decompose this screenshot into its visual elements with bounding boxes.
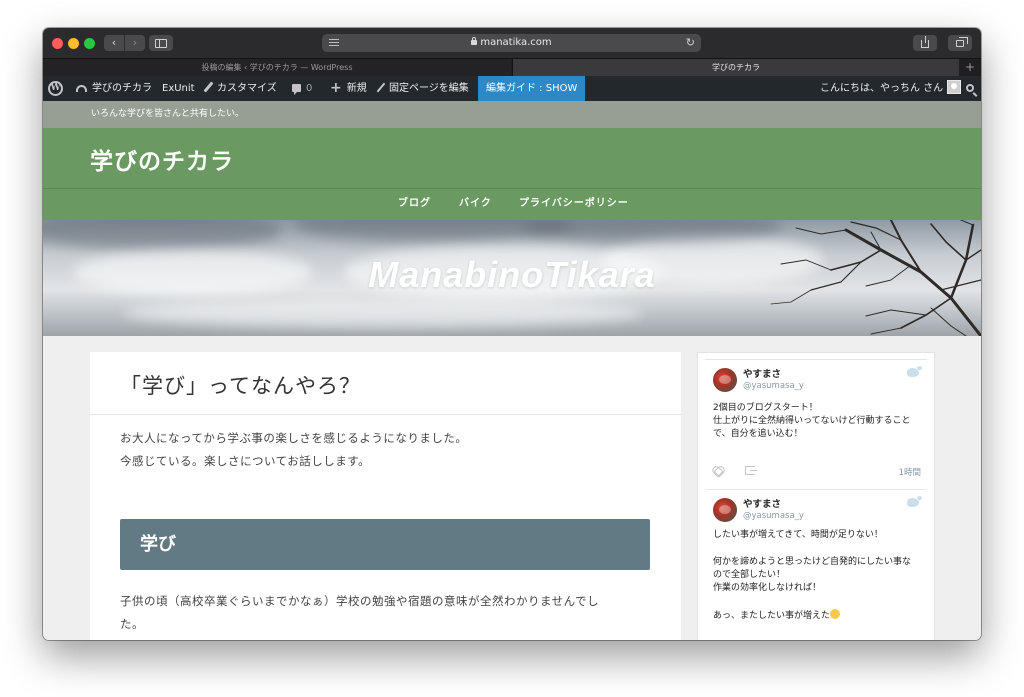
- article-intro-line: 今感じている。楽しさについてお話しします。: [120, 454, 371, 468]
- close-window-button[interactable]: [52, 38, 63, 49]
- address-bar[interactable]: manatika.com ↻: [322, 34, 701, 52]
- avatar[interactable]: [713, 498, 737, 522]
- tweet-text-line: 作業の効率化しなければ！: [713, 583, 822, 593]
- tweet-text-line: したい事が増えてきて、時間が足りない！: [713, 530, 883, 540]
- tabs-icon: [956, 37, 968, 47]
- share-icon[interactable]: [745, 466, 757, 475]
- admin-account[interactable]: こんにちは、やっちん さん: [820, 76, 962, 101]
- lock-icon: [471, 37, 478, 45]
- tweet-author-handle[interactable]: @yasumasa_y: [743, 381, 804, 391]
- dashboard-icon: [76, 85, 87, 92]
- sidebar-toggle-button[interactable]: [149, 35, 173, 51]
- divider: [90, 414, 681, 415]
- site-header: 学びのチカラ: [43, 128, 981, 188]
- tweet-timestamp[interactable]: 1時間: [899, 466, 921, 478]
- section-heading-text: 学び: [140, 534, 176, 555]
- tab-site[interactable]: 学びのチカラ: [512, 59, 959, 76]
- hero-title: ManabinoTikara: [368, 254, 656, 295]
- sidebar-icon: [155, 39, 167, 48]
- tab-strip: 投稿の編集 ‹ 学びのチカラ — WordPress 学びのチカラ +: [43, 58, 981, 76]
- tweet-text-line: ので全部したい！: [713, 570, 786, 580]
- wp-admin-bar: W 学びのチカラ ExUnit カスタマイズ 0 + 新規 固定ページを編集 編集…: [43, 76, 981, 101]
- search-icon[interactable]: [966, 84, 974, 92]
- zoom-window-button[interactable]: [84, 38, 95, 49]
- admin-site-name[interactable]: 学びのチカラ: [76, 76, 152, 101]
- section-heading: 学び: [120, 519, 650, 570]
- tweet-author-name[interactable]: やすまさ: [743, 496, 781, 510]
- content-area: 「学び」ってなんやろ？ お大人になってから学ぶ事の楽しさを感じるようになりました…: [43, 336, 981, 640]
- tab-wordpress-editor[interactable]: 投稿の編集 ‹ 学びのチカラ — WordPress: [43, 59, 511, 76]
- site-title[interactable]: 学びのチカラ: [90, 142, 234, 176]
- admin-customize[interactable]: カスタマイズ: [203, 76, 277, 101]
- tab-overview-button[interactable]: [948, 35, 972, 51]
- admin-comments[interactable]: 0: [292, 76, 312, 101]
- hero-banner: ManabinoTikara: [43, 220, 981, 336]
- new-tab-button[interactable]: +: [959, 59, 981, 76]
- avatar: [947, 80, 962, 94]
- browser-window: ‹ › manatika.com ↻ 投稿の編集 ‹ 学びのチカラ — Word…: [43, 28, 981, 640]
- share-button[interactable]: [913, 35, 937, 51]
- tweet-text-line: で、自分を追い込む！: [713, 429, 803, 439]
- article-body-line: 子供の頃（高校卒業ぐらいまでかなぁ）学校の勉強や宿題の意味が全然わかりませんでし: [120, 594, 600, 608]
- url-text: manatika.com: [480, 37, 552, 48]
- browser-toolbar: ‹ › manatika.com ↻: [43, 28, 981, 58]
- pencil-icon: [376, 82, 386, 93]
- tagline-bar: いろんな学びを皆さんと共有したい。: [43, 101, 981, 128]
- nav-item-bike[interactable]: バイク: [459, 189, 492, 219]
- brush-icon: [203, 81, 214, 93]
- tweet-text-line: 仕上がりに全然納得いってないけど行動すること: [713, 416, 911, 426]
- tweet-text-line: 何かを諦めようと思ったけど自発的にしたい事な: [713, 557, 912, 567]
- nav-item-privacy[interactable]: プライバシーポリシー: [519, 189, 629, 219]
- admin-exunit[interactable]: ExUnit: [162, 76, 195, 101]
- tweet[interactable]: やすまさ @yasumasa_y 2個目のブログスタート！ 仕上がりに全然納得い…: [705, 359, 927, 489]
- forward-button[interactable]: ›: [125, 35, 145, 51]
- like-icon[interactable]: [713, 466, 723, 475]
- avatar[interactable]: [713, 368, 737, 392]
- article-intro-line: お大人になってから学ぶ事の楽しさを感じるようになりました。: [120, 431, 468, 445]
- article-title: 「学び」ってなんやろ？: [120, 374, 361, 398]
- article-body-line: た。: [120, 617, 144, 631]
- twitter-bird-icon[interactable]: [907, 496, 922, 507]
- admin-new[interactable]: + 新規: [330, 76, 367, 101]
- share-icon: [921, 36, 929, 48]
- article: 「学び」ってなんやろ？ お大人になってから学ぶ事の楽しさを感じるようになりました…: [90, 352, 681, 640]
- back-button[interactable]: ‹: [104, 35, 124, 51]
- tweet-text-line: 2個目のブログスタート！: [713, 403, 818, 413]
- plus-icon: +: [330, 80, 342, 96]
- global-nav: ブログ バイク プライバシーポリシー: [43, 188, 981, 220]
- admin-edit-page[interactable]: 固定ページを編集: [376, 76, 469, 101]
- reload-icon[interactable]: ↻: [686, 35, 695, 51]
- comment-icon: [292, 84, 301, 95]
- tweet-author-name[interactable]: やすまさ: [743, 366, 781, 380]
- site-tagline: いろんな学びを皆さんと共有したい。: [91, 109, 245, 119]
- wordpress-logo-icon[interactable]: W: [48, 81, 63, 96]
- tweet[interactable]: やすまさ @yasumasa_y したい事が増えてきて、時間が足りない！ 何かを…: [705, 489, 927, 640]
- admin-edit-guide[interactable]: 編集ガイド : SHOW: [478, 76, 586, 101]
- sweat-smile-emoji-icon: [830, 609, 841, 619]
- minimize-window-button[interactable]: [68, 38, 79, 49]
- nav-item-blog[interactable]: ブログ: [398, 189, 431, 219]
- twitter-widget: やすまさ @yasumasa_y 2個目のブログスタート！ 仕上がりに全然納得い…: [697, 352, 935, 640]
- tweet-author-handle[interactable]: @yasumasa_y: [743, 511, 804, 521]
- twitter-bird-icon[interactable]: [907, 366, 922, 377]
- tweet-text-line: あっ、またしたい事が増えた: [713, 609, 841, 624]
